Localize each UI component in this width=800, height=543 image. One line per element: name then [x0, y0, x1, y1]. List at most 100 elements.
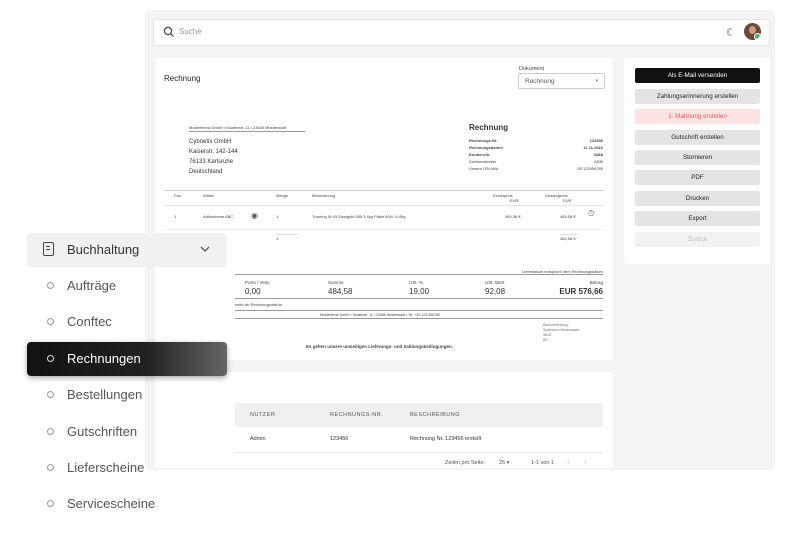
meta-key: Unsere USt-IdNr. — [469, 166, 500, 171]
bullet-icon — [47, 500, 54, 507]
payment-reminder-button[interactable]: Zahlungserinnerung erstellen — [635, 89, 760, 104]
bank-line: Bankverbindung — [543, 323, 569, 327]
sidebar-item-auftraege[interactable]: Aufträge — [27, 269, 227, 303]
send-email-button[interactable]: Als E-Mail versenden — [635, 68, 760, 83]
recipient-line: 76133 Karlsruhe — [189, 159, 234, 165]
meta-value: ADM — [594, 159, 603, 164]
bullet-icon — [47, 355, 54, 362]
sidebar-item-bestellungen[interactable]: Bestellungen — [27, 378, 227, 412]
chevron-down-icon — [200, 246, 210, 252]
cell-rechnungs-nr: 123456 — [330, 436, 349, 442]
col-artikel: Artikel — [203, 193, 215, 198]
row-menge: 1 — [276, 214, 279, 219]
document-type-select[interactable]: Rechnung ▾ — [518, 73, 605, 89]
meta-value: 6868 — [594, 152, 603, 157]
bullet-icon — [47, 282, 54, 289]
rows-per-page-select[interactable]: 25 ▾ — [499, 460, 509, 466]
totals-porto-label: Porto / Verp. — [245, 280, 271, 285]
row-artikel: Artikelname ABC — [203, 214, 234, 219]
totals-summe-label: Summe — [328, 280, 344, 285]
totals-ust-wert-label: USt. Wert — [485, 280, 505, 285]
prev-page-icon[interactable]: ‹ — [567, 457, 570, 466]
row-gesamtpreis: 484,58 € — [560, 214, 576, 219]
search-icon — [163, 26, 174, 37]
sidebar-item-conftec[interactable]: Conftec — [27, 305, 227, 339]
totals-ust-pct-label: USt. % — [409, 280, 424, 285]
col-rechnungs-nr: RECHNUNGS-NR. — [330, 412, 384, 418]
subtotal-gesamt: 484,58 € — [560, 236, 576, 241]
sidebar-item-servicescheine[interactable]: Servicescheine — [27, 487, 227, 521]
totals-porto-value: 0,00 — [245, 287, 261, 296]
row-bezeichnung: Trauring W 45 Zweigold 585 3,4kg Platin … — [312, 214, 406, 219]
export-button[interactable]: Export — [635, 211, 760, 226]
sidebar-item-gutschriften[interactable]: Gutschriften — [27, 415, 227, 449]
meta-key: Rechnungsdatum — [469, 145, 503, 150]
totals-ust-pct-value: 19,00 — [409, 287, 430, 296]
document-type-label: Dokument — [519, 66, 545, 72]
back-button[interactable]: Zurück — [635, 232, 760, 247]
bank-line: BIC — [543, 338, 549, 342]
sidebar-group-label: Buchhaltung — [67, 242, 140, 257]
credit-note-button[interactable]: Gutschrift erstellen — [635, 130, 760, 145]
sidebar-group-buchhaltung[interactable]: Buchhaltung — [27, 233, 227, 267]
recipient-line: Kaiserstr. 142-144 — [189, 149, 238, 155]
chevron-down-icon: ▾ — [506, 460, 510, 466]
theme-toggle-icon[interactable]: ☾ — [726, 26, 736, 39]
col-nutzer: NUTZER — [250, 412, 276, 418]
recipient-line: Deutschland — [189, 169, 223, 175]
pdf-button[interactable]: PDF — [635, 170, 760, 185]
actions-panel: Als E-Mail versenden Zahlungserinnerung … — [624, 58, 770, 264]
col-menge: Menge — [276, 193, 289, 198]
totals-ust-wert-value: 92,08 — [485, 287, 506, 296]
meta-value: 11.11.2022 — [583, 145, 603, 150]
recipient-line: Cybnetix GmbH — [189, 139, 232, 145]
table-row[interactable]: Admin 123456 Rechnung Nr. 123456 erstell… — [235, 428, 603, 453]
search-input[interactable]: Suche — [179, 27, 202, 36]
meta-value: DE123456789 — [577, 166, 603, 171]
cell-beschreibung: Rechnung Nr. 123456 erstellt — [410, 436, 482, 442]
col-beschreibung: BESCHREIBUNG — [410, 412, 461, 418]
totals-betrag-label: Betrag — [589, 280, 603, 285]
bullet-icon — [47, 318, 54, 325]
book-icon — [43, 242, 54, 256]
rows-per-page-label: Zeilen pro Seite: — [445, 460, 486, 466]
avatar[interactable] — [744, 23, 761, 40]
meta-key: Rechnungs-Nr. — [469, 138, 498, 143]
terms-note: Es gelten unsere umseitigen Lieferungs- … — [306, 344, 454, 349]
bullet-icon — [47, 428, 54, 435]
netto-note: netto ab Rechnungsdatum — [235, 302, 282, 307]
chevron-down-icon: ▾ — [595, 78, 598, 84]
meta-key: Sachbearbeiter — [469, 159, 497, 164]
row-einzelpreis: 484,58 € — [505, 214, 521, 219]
meta-key: Kunden-Nr. — [469, 152, 491, 157]
page-title: Rechnung — [164, 74, 201, 83]
bank-line: Sparkasse Musterstadt — [543, 328, 579, 332]
page-range: 1-1 von 1 — [531, 460, 554, 466]
top-bar: Suche ☾ — [153, 19, 770, 46]
timer-icon[interactable]: ⏱ — [588, 209, 594, 219]
totals-betrag-value: EUR 576,66 — [559, 287, 603, 296]
subtotal-menge: 1 — [276, 236, 279, 241]
print-button[interactable]: Drucken — [635, 191, 760, 206]
bullet-icon — [47, 391, 54, 398]
sender-line: Musterfirma GmbH • Musterstr. 11 • 23456… — [189, 125, 286, 130]
dunning-button[interactable]: 1. Mahnung erstellen — [635, 109, 760, 124]
bullet-icon — [47, 464, 54, 471]
col-bezeichnung: Bezeichnung — [312, 193, 336, 198]
cell-nutzer: Admin — [250, 436, 266, 442]
history-table-header: NUTZER RECHNUNGS-NR. BESCHREIBUNG — [235, 403, 603, 427]
footer-line: Musterfirma GmbH • Musterstr. 11 • 23456… — [320, 313, 440, 317]
next-page-icon[interactable]: › — [584, 457, 587, 466]
col-gesamtpreis-unit: EUR — [563, 198, 572, 203]
eye-icon[interactable]: ◉ — [251, 211, 258, 220]
col-pos: Pos. — [174, 193, 183, 198]
row-pos: 1 — [174, 214, 177, 219]
meta-value: 123456 — [589, 138, 603, 143]
sidebar-item-lieferscheine[interactable]: Lieferscheine — [27, 451, 227, 485]
col-einzelpreis-unit: EUR — [510, 198, 519, 203]
sidebar-item-rechnungen[interactable]: Rechnungen — [27, 342, 227, 376]
invoice-heading: Rechnung — [469, 123, 509, 132]
online-status-icon — [754, 33, 761, 40]
cancel-invoice-button[interactable]: Stornieren — [635, 150, 760, 165]
totals-summe-value: 484,58 — [328, 287, 353, 296]
